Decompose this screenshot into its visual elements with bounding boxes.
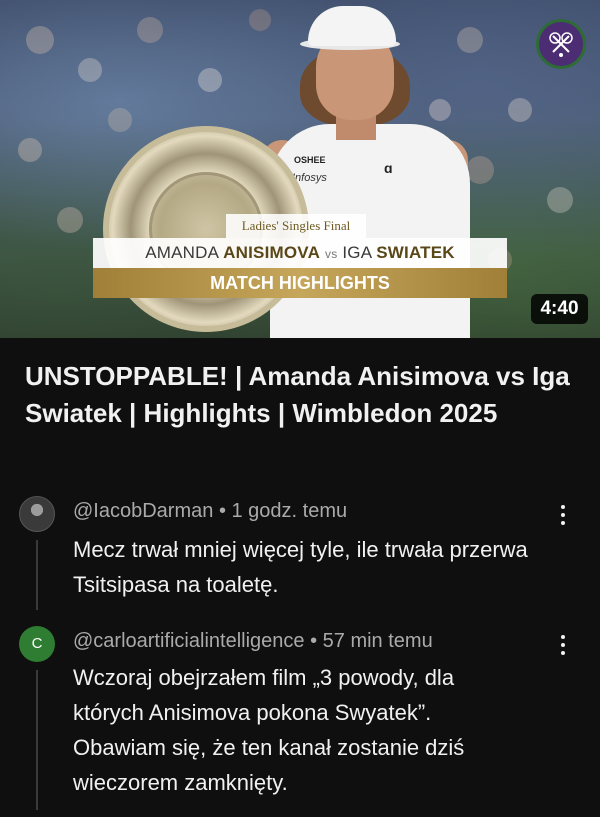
thread-line xyxy=(36,670,38,810)
meta-separator: • xyxy=(218,500,232,522)
thread-line xyxy=(36,540,38,610)
comment-text: Wczoraj obejrzałem film „3 powody, dla k… xyxy=(73,665,465,795)
shirt-sponsor: OSHEE xyxy=(294,155,326,165)
overlay-match-highlights: MATCH HIGHLIGHTS xyxy=(93,268,507,298)
video-thumbnail[interactable]: OSHEE Infosys ɑ Ladies' Singles Final AM… xyxy=(0,0,600,338)
more-options-icon[interactable] xyxy=(548,500,578,530)
meta-separator: • xyxy=(310,630,323,652)
video-duration-badge: 4:40 xyxy=(531,294,588,324)
comment-time: 1 godz. temu xyxy=(231,500,348,522)
comment-text: Mecz trwał mniej więcej tyle, ile trwała… xyxy=(73,537,528,597)
video-title[interactable]: UNSTOPPABLE! | Amanda Anisimova vs Iga S… xyxy=(25,358,580,432)
overlay-matchup: AMANDA ANISIMOVA vs IGA SWIATEK xyxy=(93,238,507,268)
vs-label: vs xyxy=(325,247,338,261)
avatar[interactable]: C xyxy=(19,626,55,662)
player1-last: ANISIMOVA xyxy=(223,243,321,262)
comment-meta: @IacobDarman • 1 godz. temu xyxy=(73,500,347,523)
comment-time: 57 min temu xyxy=(322,630,433,652)
comment-author[interactable]: @carloartificialintelligence xyxy=(73,630,305,652)
player2-last: SWIATEK xyxy=(376,243,455,262)
comment-meta: @carloartificialintelligence • 57 min te… xyxy=(73,630,433,653)
more-options-icon[interactable] xyxy=(548,630,578,660)
wimbledon-logo-icon xyxy=(536,19,586,69)
player1-first: AMANDA xyxy=(145,243,219,262)
overlay-event-label: Ladies' Singles Final xyxy=(226,214,366,238)
comment-author[interactable]: @IacobDarman xyxy=(73,500,213,522)
on-brand-logo: ɑ xyxy=(384,160,393,176)
avatar[interactable] xyxy=(19,496,55,532)
player2-first: IGA xyxy=(342,243,372,262)
